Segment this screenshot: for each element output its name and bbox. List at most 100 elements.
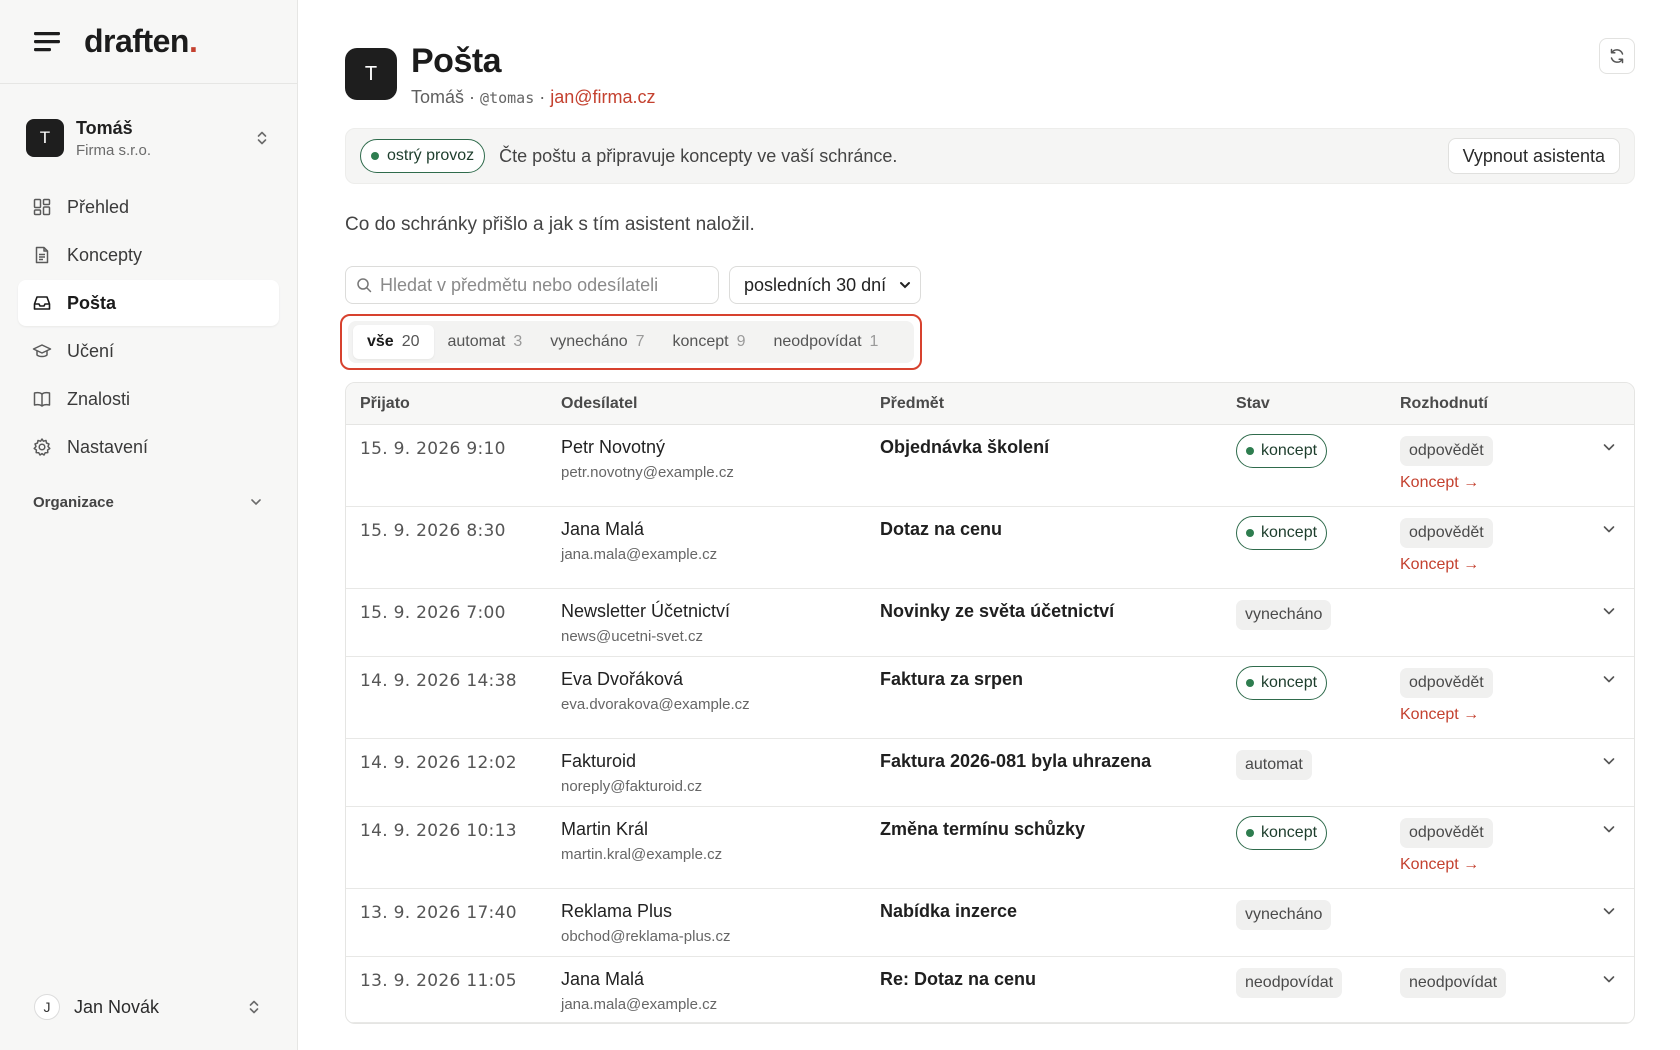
decision-cell: odpovědět Koncept → (1400, 507, 1584, 574)
search-input[interactable] (380, 274, 700, 296)
mailbox-avatar: T (345, 48, 397, 100)
period-select[interactable]: posledních 30 dní (729, 266, 921, 304)
expand-row-button[interactable] (1584, 739, 1634, 769)
main-content: T Pošta Tomáš · @tomas · jan@firma.cz os… (340, 0, 1635, 1024)
assistant-status-banner: ostrý provoz Čte poštu a připravuje konc… (345, 128, 1635, 184)
sender-email: news@ucetni-svet.cz (561, 628, 703, 645)
sidebar-item-nastaveni[interactable]: Nastavení (18, 424, 279, 470)
subject: Faktura za srpen (880, 669, 1024, 689)
refresh-icon (1610, 48, 1624, 64)
chevron-down-icon (1603, 676, 1615, 683)
user-name: Jan Novák (74, 996, 160, 1017)
intro-text: Co do schránky přišlo a jak s tím asiste… (345, 214, 755, 235)
sidebar-item-posta[interactable]: Pošta (18, 280, 279, 326)
user-menu[interactable]: J Jan Novák (34, 990, 263, 1024)
expand-row-button[interactable] (1584, 889, 1634, 919)
tab-koncept[interactable]: koncept 9 (659, 325, 760, 359)
tab-vynechano[interactable]: vynecháno 7 (536, 325, 658, 359)
expand-row-button[interactable] (1584, 957, 1634, 987)
account-switcher[interactable]: T Tomáš Firma s.r.o. (0, 116, 297, 160)
chevron-down-icon (1603, 826, 1615, 833)
table-row[interactable]: 13. 9. 2026 17:40 Reklama Plus obchod@rekl… (346, 889, 1634, 957)
decision-cell: odpovědět Koncept → (1400, 807, 1584, 874)
open-draft-link[interactable]: Koncept → (1400, 856, 1584, 874)
graduation-cap-icon (32, 344, 52, 358)
filter-controls: posledních 30 dní (345, 266, 1635, 304)
status-badge: koncept (1236, 516, 1328, 550)
chevron-updown-icon (249, 1000, 259, 1014)
expand-row-button[interactable] (1584, 507, 1634, 537)
open-draft-link[interactable]: Koncept → (1400, 556, 1584, 574)
dashboard-icon (33, 198, 51, 216)
sidebar-item-uceni[interactable]: Učení (18, 328, 279, 374)
tab-neodpovidat[interactable]: neodpovídat 1 (759, 325, 892, 359)
table-header: Přijato Odesílatel Předmět Stav Rozhodnu… (346, 383, 1634, 425)
sidebar-item-label: Koncepty (67, 244, 143, 265)
sender-name: Fakturoid (561, 751, 637, 771)
book-icon (33, 391, 51, 407)
table-row[interactable]: 13. 9. 2026 11:05 Jana Malá jana.mala@exam… (346, 957, 1634, 1023)
status-badge: ostrý provoz (360, 139, 486, 173)
status-cell: vynecháno (1236, 889, 1400, 930)
open-draft-link[interactable]: Koncept → (1400, 474, 1584, 492)
col-sender[interactable]: Odesílatel (561, 395, 880, 413)
decision-badge: neodpovídat (1400, 968, 1507, 998)
expand-row-button[interactable] (1584, 807, 1634, 837)
status-badge: neodpovídat (1236, 968, 1343, 998)
chevron-down-icon (1603, 758, 1615, 765)
table-row[interactable]: 14. 9. 2026 14:38 Eva Dvořáková eva.dvorak… (346, 657, 1634, 739)
sender-name: Petr Novotný (561, 437, 666, 457)
refresh-button[interactable] (1599, 38, 1635, 74)
received-date: 13. 9. 2026 11:05 (360, 971, 517, 991)
sender-cell: Reklama Plus obchod@reklama-plus.cz (561, 889, 880, 945)
status-cell: koncept (1236, 807, 1400, 850)
filter-tabs-highlight: vše 20 automat 3 vynecháno 7 koncept 9 neodp… (340, 314, 922, 370)
user-avatar: J (34, 994, 60, 1020)
col-decision[interactable]: Rozhodnutí (1400, 395, 1584, 413)
mailbox-owner: Tomáš (411, 87, 465, 107)
table-row[interactable]: 15. 9. 2026 9:10 Petr Novotný petr.novotny… (346, 425, 1634, 507)
col-received[interactable]: Přijato (346, 395, 561, 413)
sender-name: Reklama Plus (561, 901, 673, 921)
document-icon (35, 246, 49, 264)
col-status[interactable]: Stav (1236, 395, 1400, 413)
sidebar-item-koncepty[interactable]: Koncepty (18, 232, 279, 278)
table-row[interactable]: 15. 9. 2026 8:30 Jana Malá jana.mala@examp… (346, 507, 1634, 589)
sender-cell: Martin Král martin.kral@example.cz (561, 807, 880, 863)
chevron-down-icon (251, 499, 261, 506)
tab-vse[interactable]: vše 20 (353, 325, 434, 359)
sender-name: Eva Dvořáková (561, 669, 684, 689)
search-box[interactable] (345, 266, 719, 304)
expand-row-button[interactable] (1584, 589, 1634, 619)
mailbox-identity: Tomáš · @tomas · jan@firma.cz (411, 87, 656, 107)
menu-icon[interactable] (34, 31, 60, 53)
expand-row-button[interactable] (1584, 425, 1634, 455)
mailbox-email[interactable]: jan@firma.cz (550, 87, 655, 107)
sidebar-item-label: Přehled (67, 196, 130, 217)
status-badge: automat (1236, 750, 1312, 780)
status-dot (371, 152, 379, 160)
decision-cell: neodpovídat (1400, 957, 1584, 998)
open-draft-link[interactable]: Koncept → (1400, 706, 1584, 724)
banner-text: Čte poštu a připravuje koncepty ve vaší … (499, 145, 898, 166)
tab-automat[interactable]: automat 3 (434, 325, 537, 359)
disable-assistant-button[interactable]: Vypnout asistenta (1447, 138, 1620, 174)
sidebar-item-prehled[interactable]: Přehled (18, 184, 279, 230)
organization-section[interactable]: Organizace (0, 484, 297, 520)
subject: Dotaz na cenu (880, 519, 1003, 539)
table-row[interactable]: 14. 9. 2026 10:13 Martin Král martin.kral@… (346, 807, 1634, 889)
chevron-down-icon (1603, 976, 1615, 983)
decision-cell: odpovědět Koncept → (1400, 425, 1584, 492)
inbox-icon (33, 296, 51, 310)
status-dot (1246, 529, 1254, 537)
sender-name: Jana Malá (561, 519, 645, 539)
sidebar-item-znalosti[interactable]: Znalosti (18, 376, 279, 422)
table-row[interactable]: 14. 9. 2026 12:02 Fakturoid noreply@faktur… (346, 739, 1634, 807)
chevron-down-icon (1603, 444, 1615, 451)
received-date: 14. 9. 2026 14:38 (360, 671, 517, 691)
expand-row-button[interactable] (1584, 657, 1634, 687)
table-row[interactable]: 15. 9. 2026 7:00 Newsletter Účetnictví new… (346, 589, 1634, 657)
col-subject[interactable]: Předmět (880, 395, 1236, 413)
sender-email: eva.dvorakova@example.cz (561, 696, 750, 713)
account-name: Tomáš (76, 117, 133, 138)
